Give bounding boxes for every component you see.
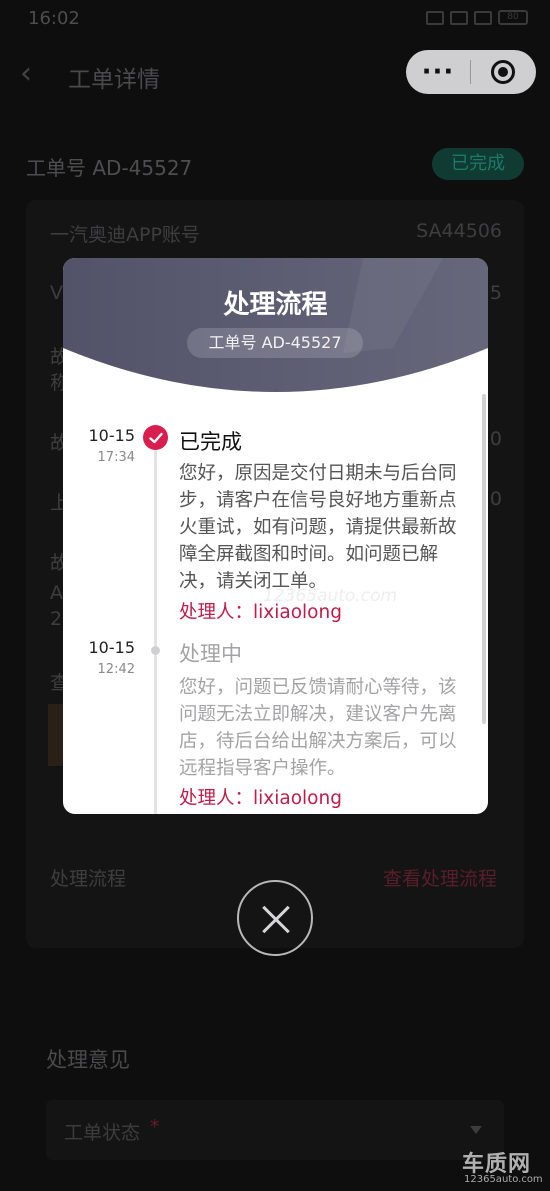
- view-process-link[interactable]: 查看处理流程: [383, 864, 497, 891]
- chevron-left-icon[interactable]: ‹: [20, 58, 42, 90]
- timeline-handler: 处理人：lixiaolong: [179, 602, 342, 623]
- timeline-status: 处理中: [179, 642, 242, 666]
- signal-icon-2: [474, 10, 492, 25]
- close-modal-button[interactable]: [237, 880, 313, 956]
- more-options-icon[interactable]: ···: [406, 59, 470, 85]
- check-icon: [143, 425, 168, 450]
- detail-row-value: 0: [489, 428, 502, 450]
- page-title: 工单详情: [68, 67, 160, 93]
- detail-row-label: A: [50, 582, 63, 604]
- order-number: 工单号 AD-45527: [26, 156, 193, 180]
- status-bar: 16:02 80: [0, 0, 550, 40]
- scrollbar[interactable]: [482, 394, 486, 724]
- timeline-status: 已完成: [179, 430, 242, 454]
- detail-row-value: SA44506: [416, 220, 502, 242]
- battery-icon: 80: [498, 10, 528, 25]
- status-badge: 已完成: [432, 148, 524, 180]
- required-mark: *: [150, 1116, 160, 1138]
- modal-order-number: 工单号 AD-45527: [187, 328, 363, 358]
- detail-row-label: 一汽奥迪APP账号: [50, 224, 200, 246]
- timeline-dot-icon: [151, 646, 160, 655]
- timeline-time: 12:42: [97, 662, 135, 677]
- chevron-down-icon[interactable]: [470, 1126, 482, 1134]
- work-order-status-label: 工单状态: [64, 1122, 141, 1144]
- close-miniprogram-button[interactable]: [471, 60, 535, 84]
- status-time: 16:02: [28, 8, 80, 29]
- process-flow-modal: 处理流程 工单号 AD-45527 12365auto.com 10-15 17…: [63, 258, 488, 814]
- process-label: 处理流程: [50, 868, 127, 890]
- detail-row-label: V: [50, 282, 63, 304]
- timeline-description: 您好，问题已反馈请耐心等待，该问题无法立即解决，建议客户先离店，待后台给出解决方…: [179, 677, 457, 779]
- timeline-handler: 处理人：lixiaolong: [179, 788, 342, 809]
- detail-row-value: 0: [489, 488, 502, 510]
- brand-logo: 车质网 12365auto.com: [462, 1146, 550, 1191]
- mini-program-capsule: ···: [406, 50, 536, 94]
- timeline-description: 您好，原因是交付日期未与后台同步，请客户在信号良好地方重新点火重试，如有问题，请…: [179, 463, 457, 592]
- status-icons: 80: [426, 10, 528, 25]
- attachment-thumbnail[interactable]: [48, 704, 64, 766]
- timeline-date: 10-15: [88, 426, 136, 445]
- target-icon: [491, 60, 515, 84]
- wifi-icon: [426, 10, 444, 25]
- detail-row-value: 5: [489, 282, 502, 304]
- timeline-date: 10-15: [88, 638, 136, 657]
- signal-icon: [450, 10, 468, 25]
- modal-title: 处理流程: [223, 290, 328, 320]
- timeline-time: 17:34: [97, 450, 135, 465]
- brand-domain: 12365auto.com: [464, 1174, 543, 1185]
- opinion-title: 处理意见: [46, 1048, 130, 1072]
- timeline-line: [154, 442, 157, 814]
